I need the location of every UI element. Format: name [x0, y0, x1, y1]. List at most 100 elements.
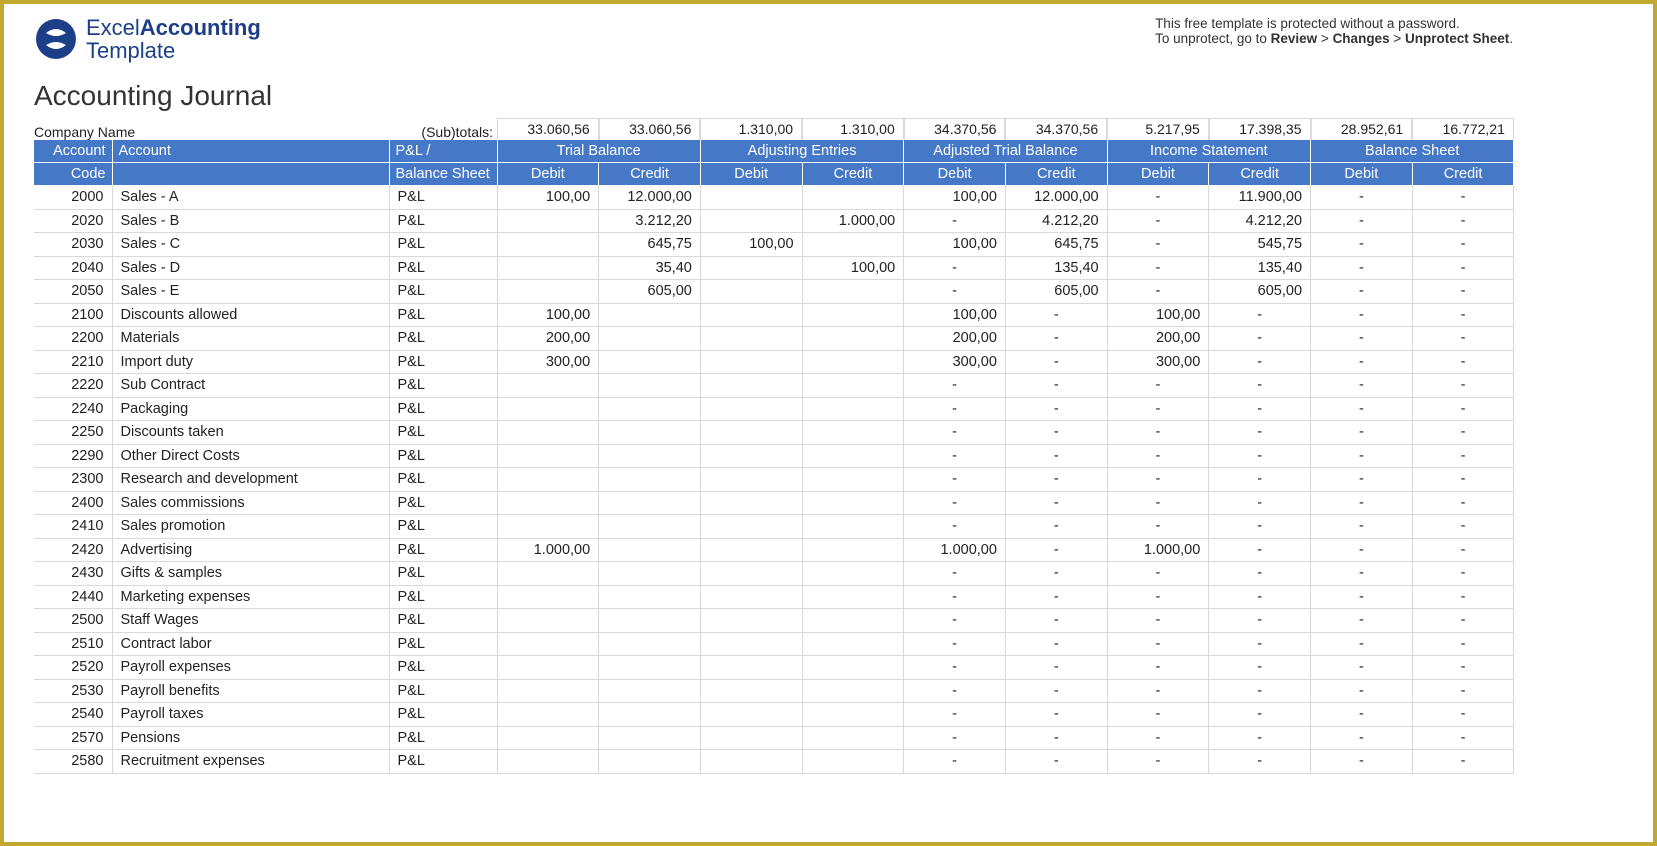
- cell-value[interactable]: -: [1107, 421, 1209, 445]
- cell-value[interactable]: [802, 280, 904, 304]
- cell-value[interactable]: 300,00: [1107, 350, 1209, 374]
- cell-value[interactable]: -: [904, 256, 1006, 280]
- cell-value[interactable]: [599, 656, 701, 680]
- cell-value[interactable]: [802, 327, 904, 351]
- cell-value[interactable]: -: [1209, 585, 1311, 609]
- cell-account[interactable]: Sales promotion: [112, 515, 389, 539]
- cell-value[interactable]: -: [1005, 632, 1107, 656]
- cell-value[interactable]: [802, 632, 904, 656]
- cell-value[interactable]: [497, 703, 599, 727]
- cell-value[interactable]: [497, 656, 599, 680]
- cell-account[interactable]: Sales - B: [112, 209, 389, 233]
- cell-value[interactable]: [802, 726, 904, 750]
- cell-value[interactable]: -: [904, 421, 1006, 445]
- cell-value[interactable]: -: [1412, 726, 1514, 750]
- cell-value[interactable]: [700, 703, 802, 727]
- cell-code[interactable]: 2400: [34, 491, 112, 515]
- cell-value[interactable]: -: [1412, 750, 1514, 774]
- table-row[interactable]: 2100Discounts allowedP&L100,00100,00 - 1…: [34, 303, 1514, 327]
- cell-value[interactable]: -: [1209, 679, 1311, 703]
- cell-value[interactable]: 605,00: [1209, 280, 1311, 304]
- cell-value[interactable]: -: [1311, 350, 1413, 374]
- cell-pl[interactable]: P&L: [389, 679, 497, 703]
- cell-value[interactable]: -: [1412, 585, 1514, 609]
- cell-value[interactable]: -: [1209, 750, 1311, 774]
- cell-value[interactable]: [700, 327, 802, 351]
- cell-pl[interactable]: P&L: [389, 397, 497, 421]
- cell-account[interactable]: Payroll taxes: [112, 703, 389, 727]
- cell-value[interactable]: -: [904, 750, 1006, 774]
- cell-value[interactable]: 135,40: [1209, 256, 1311, 280]
- table-row[interactable]: 2410Sales promotionP&L - - - - - -: [34, 515, 1514, 539]
- cell-value[interactable]: [497, 726, 599, 750]
- cell-value[interactable]: -: [1107, 256, 1209, 280]
- cell-value[interactable]: [802, 750, 904, 774]
- cell-value[interactable]: -: [1412, 656, 1514, 680]
- cell-pl[interactable]: P&L: [389, 491, 497, 515]
- cell-value[interactable]: -: [1311, 632, 1413, 656]
- cell-value[interactable]: -: [1209, 421, 1311, 445]
- cell-value[interactable]: 100,00: [904, 233, 1006, 257]
- cell-value[interactable]: [599, 421, 701, 445]
- cell-value[interactable]: 1.000,00: [1107, 538, 1209, 562]
- cell-value[interactable]: [599, 726, 701, 750]
- cell-value[interactable]: -: [904, 726, 1006, 750]
- cell-code[interactable]: 2000: [34, 186, 112, 210]
- cell-value[interactable]: [700, 397, 802, 421]
- cell-account[interactable]: Payroll benefits: [112, 679, 389, 703]
- cell-value[interactable]: -: [1005, 350, 1107, 374]
- cell-pl[interactable]: P&L: [389, 256, 497, 280]
- cell-value[interactable]: -: [1107, 491, 1209, 515]
- cell-pl[interactable]: P&L: [389, 280, 497, 304]
- cell-account[interactable]: Payroll expenses: [112, 656, 389, 680]
- cell-account[interactable]: Sales commissions: [112, 491, 389, 515]
- cell-value[interactable]: -: [1412, 397, 1514, 421]
- cell-value[interactable]: 35,40: [599, 256, 701, 280]
- table-row[interactable]: 2290Other Direct CostsP&L - - - - - -: [34, 444, 1514, 468]
- cell-value[interactable]: -: [1107, 515, 1209, 539]
- cell-value[interactable]: -: [1311, 609, 1413, 633]
- cell-value[interactable]: 545,75: [1209, 233, 1311, 257]
- cell-code[interactable]: 2540: [34, 703, 112, 727]
- cell-value[interactable]: -: [1107, 750, 1209, 774]
- cell-value[interactable]: -: [1311, 303, 1413, 327]
- cell-value[interactable]: [700, 750, 802, 774]
- cell-value[interactable]: -: [1005, 679, 1107, 703]
- cell-value[interactable]: [700, 468, 802, 492]
- cell-value[interactable]: [599, 468, 701, 492]
- cell-pl[interactable]: P&L: [389, 515, 497, 539]
- cell-value[interactable]: -: [1311, 515, 1413, 539]
- cell-value[interactable]: -: [1209, 562, 1311, 586]
- cell-code[interactable]: 2020: [34, 209, 112, 233]
- cell-account[interactable]: Sales - A: [112, 186, 389, 210]
- cell-value[interactable]: -: [1107, 374, 1209, 398]
- cell-value[interactable]: 100,00: [904, 303, 1006, 327]
- table-row[interactable]: 2430Gifts & samplesP&L - - - - - -: [34, 562, 1514, 586]
- cell-value[interactable]: -: [1412, 421, 1514, 445]
- cell-value[interactable]: -: [1107, 562, 1209, 586]
- cell-value[interactable]: -: [1005, 726, 1107, 750]
- cell-value[interactable]: -: [1311, 538, 1413, 562]
- cell-value[interactable]: [700, 491, 802, 515]
- cell-value[interactable]: [700, 256, 802, 280]
- cell-value[interactable]: -: [904, 609, 1006, 633]
- cell-value[interactable]: [802, 609, 904, 633]
- cell-value[interactable]: [599, 327, 701, 351]
- cell-value[interactable]: -: [1311, 491, 1413, 515]
- cell-value[interactable]: -: [1107, 726, 1209, 750]
- cell-account[interactable]: Other Direct Costs: [112, 444, 389, 468]
- cell-value[interactable]: -: [1412, 491, 1514, 515]
- cell-pl[interactable]: P&L: [389, 703, 497, 727]
- table-row[interactable]: 2540Payroll taxesP&L - - - - - -: [34, 703, 1514, 727]
- cell-value[interactable]: -: [1107, 280, 1209, 304]
- table-row[interactable]: 2030Sales - CP&L645,75100,00100,00645,75…: [34, 233, 1514, 257]
- cell-value[interactable]: -: [1005, 444, 1107, 468]
- cell-value[interactable]: [599, 491, 701, 515]
- cell-value[interactable]: -: [1107, 186, 1209, 210]
- cell-value[interactable]: -: [1005, 491, 1107, 515]
- cell-value[interactable]: -: [1107, 444, 1209, 468]
- cell-value[interactable]: -: [1412, 233, 1514, 257]
- cell-pl[interactable]: P&L: [389, 421, 497, 445]
- cell-value[interactable]: [497, 515, 599, 539]
- cell-value[interactable]: 100,00: [497, 303, 599, 327]
